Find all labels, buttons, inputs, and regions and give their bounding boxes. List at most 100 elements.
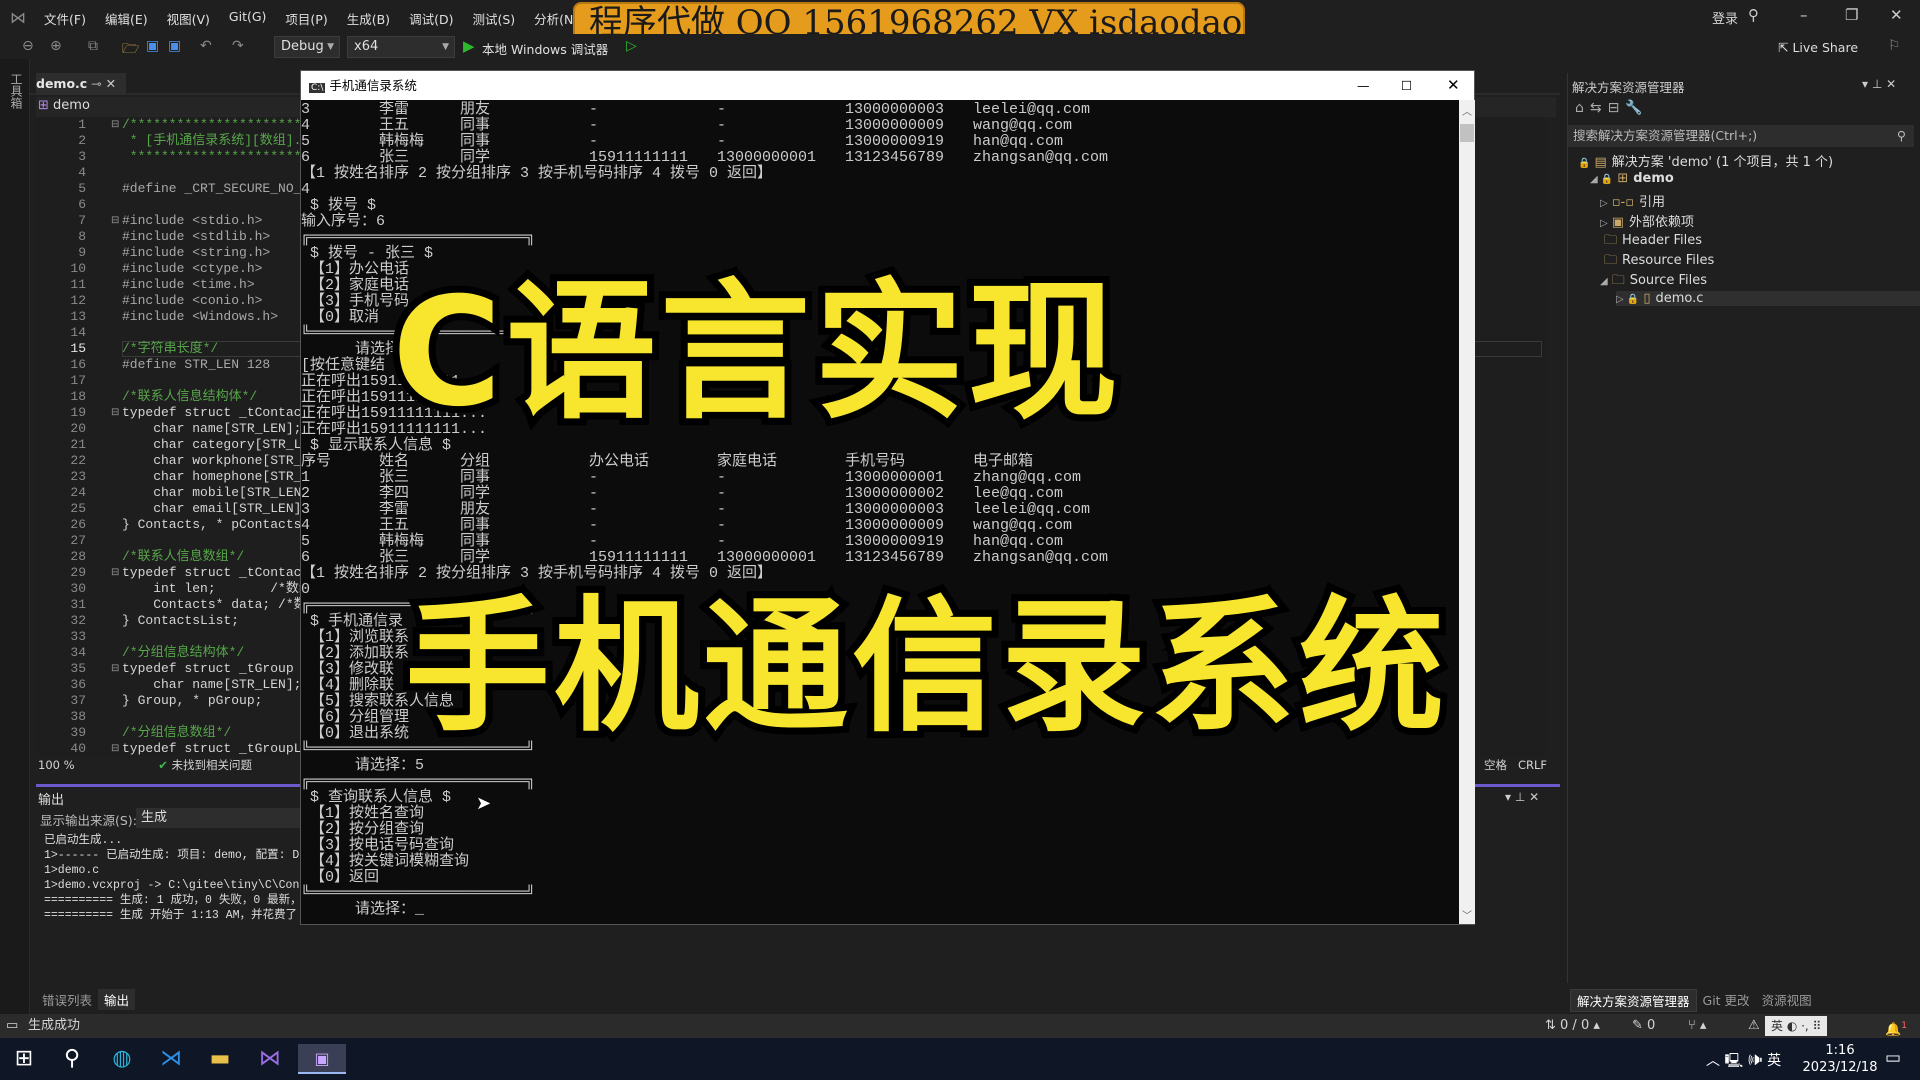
open-folder-icon[interactable]: 🗁 bbox=[122, 38, 139, 62]
expand-arrow-icon[interactable]: ◢ 🔒 bbox=[1590, 174, 1613, 185]
panel-pin-close-icons[interactable]: ▾ ⊥ ✕ bbox=[1862, 77, 1896, 91]
panel-options-icons[interactable]: ▾ ⊥ ✕ bbox=[1505, 790, 1539, 804]
menu-item[interactable]: 调试(D) bbox=[409, 9, 453, 28]
save-all-icon[interactable]: ▣ bbox=[168, 38, 181, 54]
configuration-dropdown[interactable]: Debug ▼ bbox=[274, 36, 340, 58]
tray-icons[interactable]: ︿ 🖳 🕪 英 bbox=[1706, 1050, 1781, 1074]
console-maximize-button[interactable]: ☐ bbox=[1401, 71, 1412, 100]
back-icon[interactable]: ⊖ bbox=[22, 38, 34, 54]
collapse-arrow-icon[interactable]: 🔒 bbox=[1578, 158, 1590, 169]
ime-indicator[interactable]: 英 bbox=[1767, 1053, 1781, 1069]
scrollbar-thumb[interactable] bbox=[1460, 124, 1474, 142]
file-explorer-icon[interactable]: ▬ bbox=[204, 1044, 236, 1074]
tree-item[interactable]: 🔒 ▤ 解决方案 'demo' (1 个项目，共 1 个) bbox=[1578, 151, 1833, 170]
console-scrollbar[interactable]: ︿ ﹀ bbox=[1459, 100, 1475, 924]
collapse-arrow-icon[interactable]: ▷ bbox=[1600, 218, 1608, 229]
console-app-icon[interactable]: ▣ bbox=[298, 1044, 346, 1074]
platform-dropdown[interactable]: x64 ▼ bbox=[347, 36, 455, 58]
filter-folder-icon: 🗀 bbox=[1604, 233, 1618, 248]
chevron-up-icon[interactable]: ︿ bbox=[1706, 1053, 1720, 1069]
live-share-button[interactable]: ⇱ Live Share bbox=[1778, 40, 1858, 55]
forward-icon[interactable]: ⊕ bbox=[50, 38, 62, 54]
scroll-up-icon[interactable]: ︿ bbox=[1459, 103, 1475, 118]
redo-icon[interactable]: ↷ bbox=[232, 38, 244, 54]
console-title-bar[interactable]: C:\ 手机通信录系统 — ☐ ✕ bbox=[301, 71, 1474, 100]
fold-toggle-icon[interactable]: ⊟ bbox=[111, 565, 119, 581]
account-icon[interactable]: ⚲ bbox=[1748, 6, 1759, 24]
collapse-arrow-icon[interactable]: ▷ bbox=[1600, 198, 1608, 209]
close-tab-icon[interactable]: ✕ bbox=[106, 76, 116, 91]
ime-toolbar[interactable]: 英 ◐ ·, ⠿ bbox=[1765, 1016, 1828, 1036]
tree-item[interactable]: 🗀 Header Files bbox=[1600, 231, 1702, 253]
tree-item[interactable]: ▷ 🔒 ▯ demo.c bbox=[1616, 291, 1920, 306]
tree-item[interactable]: ◢ 🗀 Source Files bbox=[1600, 271, 1707, 293]
collapse-all-icon[interactable]: ⊟ bbox=[1608, 100, 1626, 116]
tree-item[interactable]: ▷ ▣ 外部依赖项 bbox=[1600, 211, 1694, 230]
clock[interactable]: 1:16 2023/12/18 bbox=[1800, 1042, 1880, 1076]
zoom-level[interactable]: 100 % bbox=[38, 758, 75, 772]
tab-git-changes[interactable]: Git 更改 bbox=[1697, 989, 1756, 1012]
fold-toggle-icon[interactable]: ⊟ bbox=[111, 117, 119, 133]
edge-icon[interactable]: ◍ bbox=[106, 1044, 138, 1074]
network-icon[interactable]: 🖳 bbox=[1724, 1053, 1743, 1069]
whitespace-indicator[interactable]: 空格 bbox=[1484, 757, 1507, 773]
tab-solution-explorer[interactable]: 解决方案资源管理器 bbox=[1570, 989, 1697, 1012]
new-project-icon[interactable]: ⧉ bbox=[88, 38, 98, 54]
pending-edits[interactable]: ✎ 0 bbox=[1632, 1014, 1655, 1038]
tab-resource-view[interactable]: 资源视图 bbox=[1756, 989, 1818, 1012]
fold-toggle-icon[interactable]: ⊟ bbox=[111, 741, 119, 757]
start-windows-icon[interactable]: ⊞ bbox=[8, 1044, 40, 1074]
tab-error-list[interactable]: 错误列表 bbox=[36, 989, 98, 1010]
menu-item[interactable]: 文件(F) bbox=[44, 9, 86, 28]
volume-icon[interactable]: 🕪 bbox=[1748, 1053, 1763, 1069]
tree-item[interactable]: ◢ 🔒 ⊞ demo bbox=[1590, 171, 1674, 186]
project-scope-dropdown[interactable]: ⊞ demo bbox=[38, 98, 90, 113]
undo-icon[interactable]: ↶ bbox=[200, 38, 212, 54]
minimize-button[interactable]: – bbox=[1800, 6, 1808, 24]
search-icon[interactable]: ⚲ bbox=[56, 1044, 88, 1074]
menu-item[interactable]: 视图(V) bbox=[167, 9, 210, 28]
menu-item[interactable]: 编辑(E) bbox=[105, 9, 148, 28]
toolbox-strip[interactable]: 工具箱 bbox=[0, 59, 30, 1014]
properties-icon[interactable]: 🔧 bbox=[1625, 100, 1648, 116]
vscode-icon[interactable]: ⋊ bbox=[155, 1044, 187, 1074]
home-icon[interactable]: ⌂ bbox=[1575, 100, 1590, 116]
close-button[interactable]: ✕ bbox=[1890, 6, 1903, 24]
console-close-button[interactable]: ✕ bbox=[1447, 71, 1460, 100]
tree-item[interactable]: ▷ ▫-▫ 引用 bbox=[1600, 191, 1665, 210]
login-link[interactable]: 登录 bbox=[1712, 8, 1738, 27]
fold-toggle-icon[interactable]: ⊟ bbox=[111, 405, 119, 421]
menu-item[interactable]: 测试(S) bbox=[472, 9, 515, 28]
restore-button[interactable]: ❐ bbox=[1845, 6, 1858, 24]
issues-status[interactable]: 未找到相关问题 bbox=[172, 758, 253, 772]
visual-studio-icon[interactable]: ⋈ bbox=[254, 1044, 286, 1074]
action-center-icon[interactable]: ▭ bbox=[1885, 1048, 1901, 1068]
sync-status[interactable]: ⇅ 0 / 0 ▴ bbox=[1545, 1014, 1600, 1038]
line-ending-indicator[interactable]: CRLF bbox=[1518, 757, 1547, 773]
feedback-icon[interactable]: ⚐ bbox=[1888, 38, 1901, 54]
scroll-down-icon[interactable]: ﹀ bbox=[1459, 907, 1475, 922]
warning-icon[interactable]: ⚠ bbox=[1748, 1014, 1760, 1038]
solution-search-input[interactable]: 搜索解决方案资源管理器(Ctrl+;) ⚲ bbox=[1568, 125, 1914, 147]
fold-toggle-icon[interactable]: ⊟ bbox=[111, 661, 119, 677]
fold-toggle-icon[interactable]: ⊟ bbox=[111, 213, 119, 229]
tree-item[interactable]: 🗀 Resource Files bbox=[1600, 251, 1714, 273]
start-debugging-button[interactable]: 本地 Windows 调试器 bbox=[482, 39, 608, 58]
tab-output[interactable]: 输出 bbox=[98, 989, 136, 1010]
tab-demo-c[interactable]: demo.c ⊸ ✕ bbox=[36, 73, 126, 95]
menu-item[interactable]: 生成(B) bbox=[347, 9, 390, 28]
play-icon[interactable]: ▶ bbox=[463, 37, 475, 55]
solution-explorer-toolbar[interactable]: ⌂⇆⊟🔧 bbox=[1575, 100, 1649, 116]
console-output[interactable]: 3 李雷 朋友 - -13000000003 leelei@qq.com 4 王五 同事 - -13… bbox=[301, 100, 1459, 924]
start-without-debugging-icon[interactable]: ▷ bbox=[626, 38, 637, 54]
branch-icon[interactable]: ⑂ ▴ bbox=[1688, 1014, 1706, 1038]
collapse-arrow-icon[interactable]: ▷ 🔒 bbox=[1616, 294, 1639, 305]
save-icon[interactable]: ▣ bbox=[146, 38, 159, 54]
pin-icon[interactable]: ⊸ bbox=[91, 76, 101, 91]
menu-item[interactable]: 项目(P) bbox=[285, 9, 327, 28]
sync-icon[interactable]: ⇆ bbox=[1590, 100, 1608, 116]
menu-item[interactable]: 分析(N) bbox=[534, 9, 578, 28]
menu-item[interactable]: Git(G) bbox=[229, 9, 267, 28]
console-minimize-button[interactable]: — bbox=[1357, 71, 1370, 100]
expand-arrow-icon[interactable]: ◢ bbox=[1600, 276, 1608, 287]
